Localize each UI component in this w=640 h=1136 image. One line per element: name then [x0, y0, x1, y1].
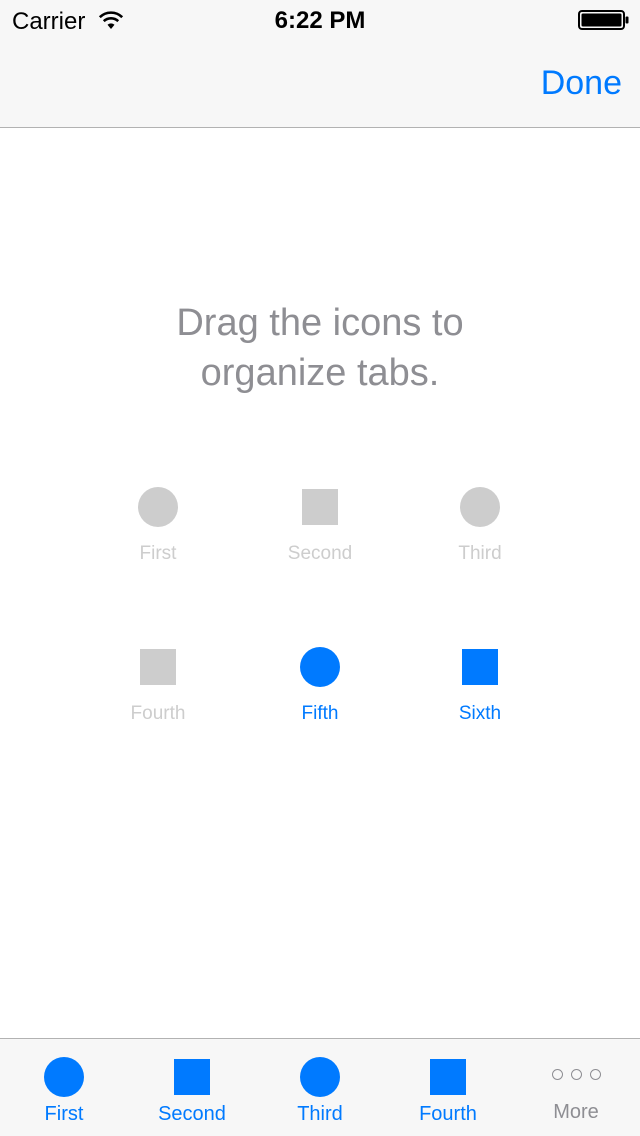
tab-label: First — [139, 543, 177, 564]
tab-label: Sixth — [458, 703, 502, 724]
tab-third[interactable]: Third — [256, 1039, 384, 1136]
instruction-line-1: Drag the icons to — [176, 302, 464, 344]
tab-label: Fifth — [301, 703, 339, 724]
tab-label: Fourth — [130, 703, 186, 724]
tab-label: More — [553, 1101, 599, 1123]
tab-second[interactable]: Second — [128, 1039, 256, 1136]
draggable-tab-third[interactable]: Third — [400, 487, 560, 577]
tab-label: First — [44, 1103, 84, 1125]
circle-icon — [460, 487, 500, 527]
circle-icon — [300, 1057, 340, 1097]
tab-label: Second — [158, 1103, 226, 1125]
status-time: 6:22 PM — [274, 7, 366, 34]
tab-fourth[interactable]: Fourth — [384, 1039, 512, 1136]
tab-label: Second — [287, 543, 353, 564]
instruction-text: Drag the icons to organize tabs. — [0, 298, 640, 398]
status-bar: Carrier 6:22 PM — [0, 0, 640, 40]
square-icon — [302, 489, 338, 525]
draggable-tab-second[interactable]: Second — [240, 487, 400, 577]
draggable-tab-fourth[interactable]: Fourth — [78, 647, 238, 737]
tab-label: Third — [458, 543, 502, 564]
done-button[interactable]: Done — [541, 64, 622, 103]
customize-tabs-screen: Carrier 6:22 PM Done Drag the icons to o… — [0, 0, 640, 1136]
tab-bar: First Second Third Fourth More — [0, 1038, 640, 1136]
tab-label: Fourth — [419, 1103, 477, 1125]
circle-icon — [44, 1057, 84, 1097]
tab-label: Third — [297, 1103, 343, 1125]
battery-icon — [578, 10, 629, 30]
square-icon — [174, 1059, 210, 1095]
more-icon — [551, 1069, 601, 1085]
tab-first[interactable]: First — [0, 1039, 128, 1136]
draggable-tab-fifth[interactable]: Fifth — [240, 647, 400, 737]
instruction-line-2: organize tabs. — [200, 352, 440, 394]
draggable-tab-sixth[interactable]: Sixth — [400, 647, 560, 737]
draggable-tab-first[interactable]: First — [78, 487, 238, 577]
square-icon — [462, 649, 498, 685]
circle-icon — [138, 487, 178, 527]
square-icon — [140, 649, 176, 685]
circle-icon — [300, 647, 340, 687]
square-icon — [430, 1059, 466, 1095]
tab-more[interactable]: More — [512, 1039, 640, 1136]
navigation-bar: Done — [0, 40, 640, 128]
